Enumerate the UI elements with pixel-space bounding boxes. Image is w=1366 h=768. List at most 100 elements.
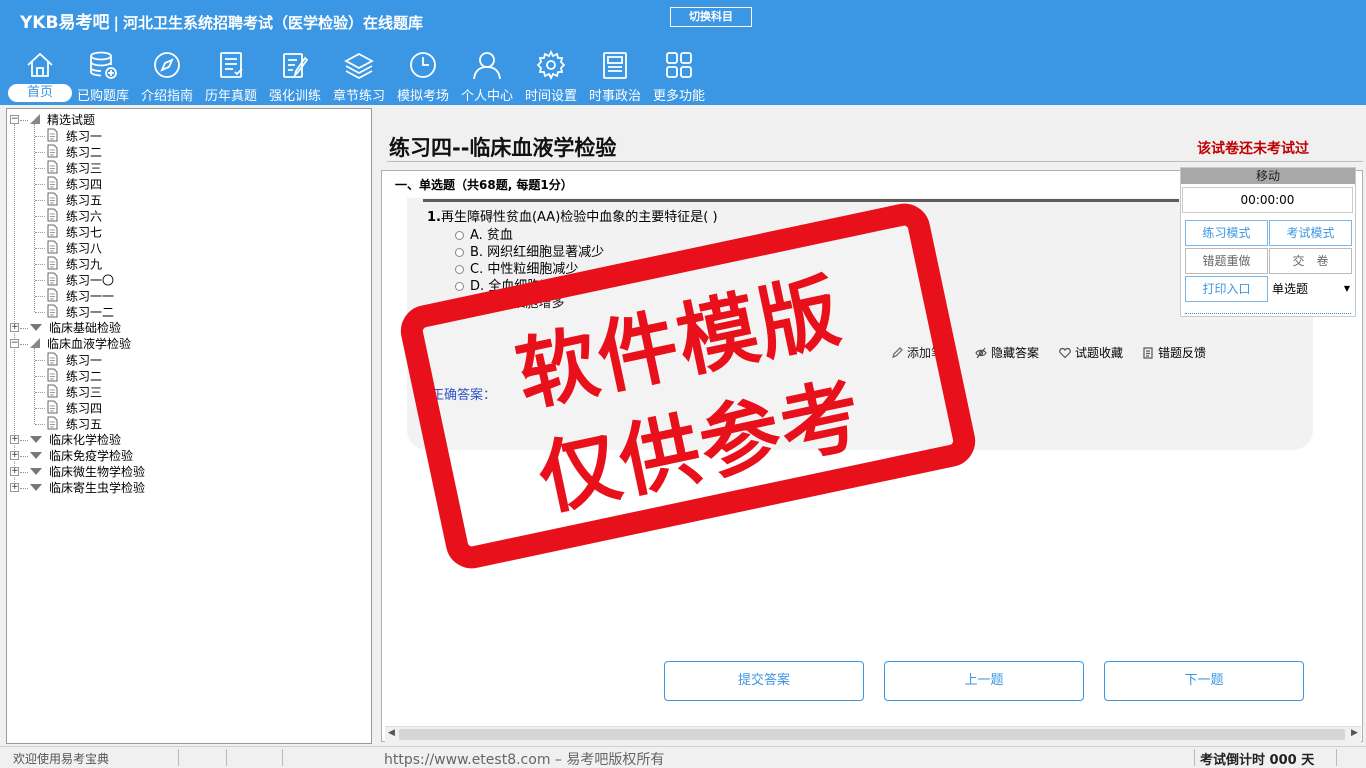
expand-icon[interactable]: + [10,451,19,460]
scroll-left-icon[interactable]: ◀ [388,728,395,738]
next-question-button[interactable]: 下一题 [1104,661,1304,701]
tree-item-label: 练习七 [66,225,103,240]
expand-icon[interactable]: + [10,483,19,492]
nav-current-affairs[interactable]: 时事政治 [583,48,647,104]
clock-icon [410,52,436,78]
exam-mode-button[interactable]: 考试模式 [1269,220,1352,246]
tree-item[interactable]: 练习三 [47,160,102,176]
tree-item[interactable]: 练习五 [47,192,102,208]
radio-icon[interactable] [455,299,464,308]
tree-item[interactable]: 练习二 [47,368,102,384]
tree-item[interactable]: 练习一〇 [47,272,114,288]
expand-icon[interactable]: + [10,435,19,444]
move-handle[interactable]: 移动 [1181,168,1355,184]
switch-subject-button[interactable]: 切换科目 [670,7,752,27]
tree-group[interactable]: 精选试题 [29,112,95,128]
add-note-button[interactable]: 添加笔记 [891,344,955,361]
tree-group[interactable]: 临床基础检验 [29,320,121,336]
redo-wrong-button[interactable]: 错题重做 [1185,248,1268,274]
prev-question-button[interactable]: 上一题 [884,661,1084,701]
nav-home[interactable]: 首页 [8,48,72,104]
tree-group[interactable]: 临床免疫学检验 [29,448,133,464]
tree-connector [35,296,45,297]
tree-item[interactable]: 练习八 [47,240,102,256]
tree-item[interactable]: 练习一 [47,128,102,144]
hand-in-button[interactable]: 交 卷 [1269,248,1352,274]
tree-item-label: 练习四 [66,177,103,192]
horizontal-scrollbar[interactable]: ◀ ▶ [385,726,1361,742]
tree-item-label: 练习九 [66,257,103,272]
document-icon [47,416,58,433]
folder-open-icon [29,113,41,128]
tree-item[interactable]: 练习一一 [47,288,114,304]
scroll-thumb[interactable] [399,729,1345,740]
document-icon [47,224,58,241]
tree-connector [35,184,45,185]
tree-group[interactable]: 临床血液学检验 [29,336,131,352]
tree-item[interactable]: 练习一 [47,352,102,368]
tree-item[interactable]: 练习四 [47,400,102,416]
radio-icon[interactable] [455,231,464,240]
radio-icon[interactable] [455,282,464,291]
option-e[interactable]: E. 淋巴细胞增多 [455,292,564,311]
collapse-icon[interactable]: − [10,339,19,348]
favorite-button[interactable]: 试题收藏 [1059,344,1123,361]
collapse-icon[interactable]: − [10,115,19,124]
expand-icon[interactable]: + [10,323,19,332]
nav-label: 强化训练 [268,89,321,104]
tree-item[interactable]: 练习三 [47,384,102,400]
tree-item[interactable]: 练习一二 [47,304,114,320]
document-icon [47,176,58,193]
tree-connector [35,360,45,361]
practice-mode-button[interactable]: 练习模式 [1185,220,1268,246]
tree-item-label: 练习三 [66,385,103,400]
tree-item-label: 练习一 [66,353,103,368]
app-title-text: 河北卫生系统招聘考试（医学检验）在线题库 [122,14,423,32]
tree-connector [35,232,45,233]
tree-connector [35,216,45,217]
nav-training[interactable]: 强化训练 [263,48,327,104]
submit-answer-button[interactable]: 提交答案 [664,661,864,701]
nav-mock-exam[interactable]: 模拟考场 [391,48,455,104]
nav-chapter[interactable]: 章节练习 [327,48,391,104]
document-icon [47,272,58,289]
expand-icon[interactable]: + [10,467,19,476]
tree-group[interactable]: 临床微生物学检验 [29,464,145,480]
nav-profile[interactable]: 个人中心 [455,48,519,104]
status-bar: 欢迎使用易考宝典 https://www.etest8.com – 易考吧版权所… [0,746,1366,768]
tree-item-label: 练习四 [66,401,103,416]
tree-connector [35,280,45,281]
tree-item[interactable]: 练习四 [47,176,102,192]
tree-item[interactable]: 练习二 [47,144,102,160]
tree-connector [20,344,28,345]
tree-item[interactable]: 练习七 [47,224,102,240]
question-type-select[interactable]: 单选题 ▼ [1269,276,1353,302]
folder-closed-icon [29,481,43,495]
heart-icon [1059,347,1071,359]
scroll-right-icon[interactable]: ▶ [1351,728,1358,738]
status-welcome: 欢迎使用易考宝典 [13,752,110,766]
tree-item[interactable]: 练习六 [47,208,102,224]
nav-guide[interactable]: 介绍指南 [135,48,199,104]
home-icon [27,52,53,77]
status-divider [282,749,283,766]
tree-group[interactable]: 临床寄生虫学检验 [29,480,145,496]
radio-icon[interactable] [455,248,464,257]
edit-note-icon [283,53,309,78]
nav-past-papers[interactable]: 历年真题 [199,48,263,104]
tree-item[interactable]: 练习九 [47,256,102,272]
tree-item[interactable]: 练习五 [47,416,102,432]
nav-label: 个人中心 [460,89,513,104]
document-icon [47,256,58,273]
nav-more[interactable]: 更多功能 [647,48,711,104]
database-add-icon [90,51,117,79]
nav-time-settings[interactable]: 时间设置 [519,48,583,104]
radio-icon[interactable] [455,265,464,274]
nav-purchased[interactable]: 已购题库 [71,48,135,104]
hide-answer-button[interactable]: 隐藏答案 [975,344,1039,361]
print-button[interactable]: 打印入口 [1185,276,1268,302]
nav-label: 已购题库 [76,89,129,104]
error-feedback-button[interactable]: 错题反馈 [1142,344,1206,361]
tree-group[interactable]: 临床化学检验 [29,432,121,448]
question-text: 1.再生障碍性贫血(AA)检验中血象的主要特征是( ) [427,206,718,225]
